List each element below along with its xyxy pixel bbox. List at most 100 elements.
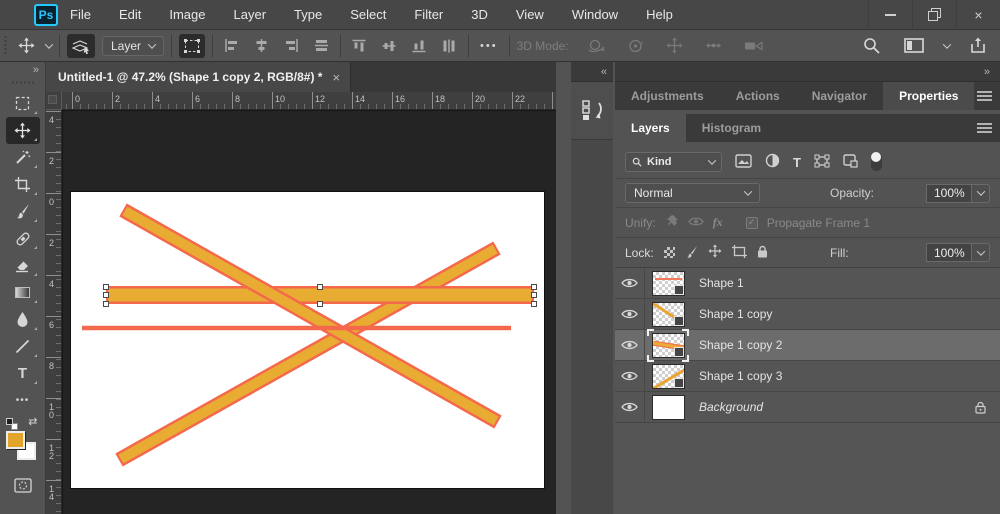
healing-brush-tool[interactable] — [6, 225, 40, 252]
distribute-horizontal-button[interactable] — [310, 34, 333, 58]
lock-artboard-button[interactable] — [731, 244, 747, 261]
dock-collapse-button[interactable]: « — [571, 62, 613, 82]
menu-image[interactable]: Image — [169, 7, 205, 22]
workspace-switcher-button[interactable] — [900, 34, 928, 58]
menu-select[interactable]: Select — [350, 7, 386, 22]
align-right-edges-button[interactable] — [280, 34, 303, 58]
filter-type-layers-button[interactable]: T — [793, 155, 801, 170]
panel-menu-button[interactable] — [977, 82, 1000, 110]
transform-handle[interactable] — [317, 301, 323, 307]
menu-window[interactable]: Window — [572, 7, 618, 22]
layer-target-select[interactable]: Layer — [102, 35, 165, 56]
layer-row[interactable]: Shape 1 copy — [615, 299, 1000, 330]
distribute-vertical-button[interactable] — [438, 34, 462, 57]
swap-colors-icon[interactable]: ⇄ — [28, 415, 37, 428]
layer-thumbnail[interactable] — [651, 363, 685, 389]
rectangular-marquee-tool[interactable] — [6, 90, 40, 117]
share-button[interactable] — [966, 34, 990, 58]
3d-roll-button[interactable] — [623, 34, 648, 58]
document-tab[interactable]: Untitled-1 @ 47.2% (Shape 1 copy 2, RGB/… — [46, 62, 352, 92]
tab-actions[interactable]: Actions — [720, 82, 796, 110]
opacity-slider-button[interactable] — [972, 183, 990, 203]
panel-menu-button[interactable] — [977, 114, 1000, 142]
auto-select-button[interactable] — [67, 33, 95, 58]
layer-row-selected[interactable]: Shape 1 copy 2 — [615, 328, 1000, 362]
3d-slide-button[interactable] — [701, 34, 726, 58]
close-button[interactable]: × — [956, 0, 1000, 29]
edit-toolbar-button[interactable]: ••• — [6, 387, 40, 414]
show-transform-controls-button[interactable] — [179, 33, 206, 58]
3d-orbit-button[interactable] — [583, 34, 609, 58]
filter-adjustment-layers-button[interactable] — [765, 153, 780, 171]
layer-name[interactable]: Shape 1 copy 3 — [699, 369, 782, 383]
filtering-toggle[interactable] — [870, 152, 882, 171]
unify-visibility-button[interactable] — [687, 216, 704, 230]
collapsed-panel-button[interactable] — [571, 82, 613, 140]
transform-handle[interactable] — [531, 292, 537, 298]
3d-pan-button[interactable] — [662, 34, 687, 58]
tab-properties[interactable]: Properties — [883, 82, 975, 110]
blur-tool[interactable] — [6, 306, 40, 333]
toolbar-grip[interactable] — [11, 81, 34, 84]
transform-handle[interactable] — [103, 301, 109, 307]
canvas[interactable] — [71, 192, 544, 488]
magic-wand-tool[interactable] — [6, 144, 40, 171]
tool-preset-move-icon[interactable] — [14, 34, 39, 58]
layer-visibility-toggle[interactable] — [615, 268, 645, 298]
menu-3d[interactable]: 3D — [471, 7, 488, 22]
3d-camera-button[interactable] — [740, 34, 767, 58]
gradient-tool[interactable] — [6, 279, 40, 306]
lock-image-pixels-button[interactable] — [685, 245, 698, 261]
align-top-edges-button[interactable] — [348, 34, 372, 57]
layer-visibility-toggle[interactable] — [615, 330, 645, 360]
document-close-icon[interactable]: × — [332, 70, 340, 85]
fill-value[interactable]: 100% — [926, 243, 972, 262]
restore-button[interactable] — [912, 0, 956, 29]
pasteboard[interactable] — [62, 110, 556, 514]
crop-tool[interactable] — [6, 171, 40, 198]
filter-smart-objects-button[interactable] — [843, 153, 858, 171]
align-left-edges-button[interactable] — [220, 34, 243, 58]
menu-view[interactable]: View — [516, 7, 544, 22]
line-tool[interactable] — [6, 333, 40, 360]
layer-name[interactable]: Shape 1 copy — [699, 307, 772, 321]
layer-name[interactable]: Background — [699, 400, 763, 414]
transform-handle[interactable] — [103, 292, 109, 298]
tab-adjustments[interactable]: Adjustments — [615, 82, 720, 110]
propagate-checkbox[interactable]: ✓ — [745, 216, 758, 229]
workspace-chevron-icon[interactable] — [942, 39, 952, 49]
opacity-value[interactable]: 100% — [926, 183, 972, 203]
options-grip[interactable] — [4, 35, 7, 56]
tab-layers[interactable]: Layers — [615, 114, 686, 142]
menu-file[interactable]: File — [70, 7, 91, 22]
tool-preset-chevron-icon[interactable] — [44, 39, 54, 49]
vertical-ruler[interactable]: 4 2 0 2 4 6 8 10 12 14 — [46, 110, 62, 514]
eraser-tool[interactable] — [6, 252, 40, 279]
unify-position-button[interactable] — [665, 214, 679, 231]
transform-handle[interactable] — [317, 284, 323, 290]
align-horizontal-centers-button[interactable] — [250, 34, 273, 58]
transform-handle[interactable] — [531, 284, 537, 290]
type-tool[interactable]: T — [6, 360, 40, 387]
fill-slider-button[interactable] — [972, 243, 990, 262]
layer-thumbnail[interactable] — [651, 332, 685, 358]
filter-shape-layers-button[interactable] — [814, 154, 830, 171]
kind-filter-select[interactable]: Kind — [625, 152, 722, 172]
default-colors-icon[interactable] — [5, 418, 18, 430]
menu-edit[interactable]: Edit — [119, 7, 141, 22]
align-bottom-edges-button[interactable] — [408, 34, 432, 57]
move-tool[interactable] — [5, 117, 40, 144]
search-button[interactable] — [859, 34, 884, 58]
lock-position-button[interactable] — [708, 244, 722, 261]
layer-row[interactable]: Shape 1 copy 3 — [615, 361, 1000, 392]
filter-pixel-layers-button[interactable] — [735, 153, 752, 171]
layer-row[interactable]: Shape 1 — [615, 268, 1000, 299]
menu-help[interactable]: Help — [646, 7, 673, 22]
foreground-color-swatch[interactable] — [5, 431, 25, 449]
lock-all-button[interactable] — [757, 245, 768, 261]
fill-control[interactable]: 100% — [926, 243, 990, 262]
layer-row[interactable]: Background — [615, 392, 1000, 423]
lock-transparent-pixels-button[interactable] — [663, 247, 675, 258]
layer-thumbnail[interactable] — [651, 301, 685, 327]
horizontal-ruler[interactable]: 0 2 4 6 8 10 12 14 16 18 20 22 — [62, 92, 556, 110]
